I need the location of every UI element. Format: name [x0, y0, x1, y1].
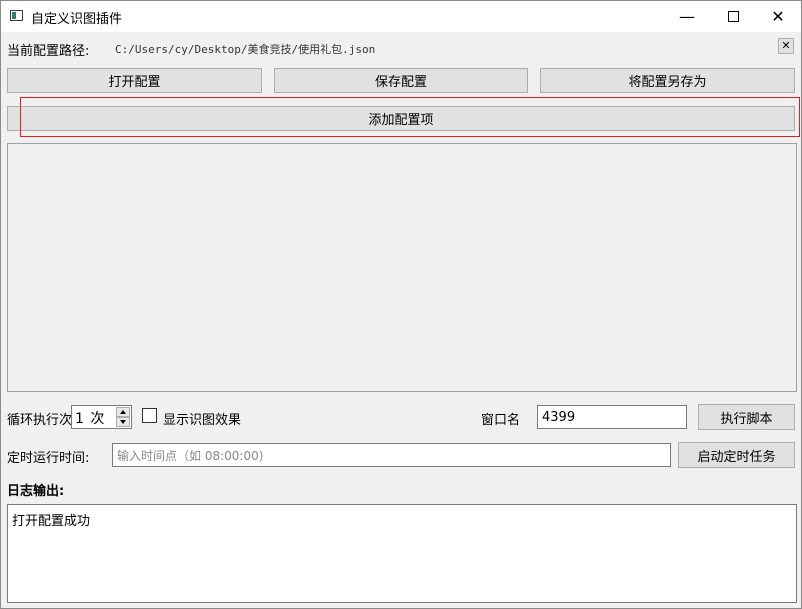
config-path-label: 当前配置路径:	[7, 44, 90, 59]
show-effect-label: 显示识图效果	[163, 413, 242, 428]
title-bar[interactable]: 自定义识图插件 — ✕	[1, 1, 801, 32]
close-icon: ✕	[771, 7, 785, 26]
save-config-button[interactable]: 保存配置	[274, 68, 528, 93]
loop-count-value: 1 次	[75, 411, 106, 427]
spin-up-icon[interactable]	[116, 407, 130, 417]
window-title: 自定义识图插件	[31, 12, 123, 27]
add-config-item-button[interactable]: 添加配置项	[7, 106, 795, 131]
open-config-button[interactable]: 打开配置	[7, 68, 262, 93]
close-button[interactable]: ✕	[755, 1, 801, 32]
spin-down-icon[interactable]	[116, 417, 130, 427]
loop-count-label: 循环执行次	[7, 413, 73, 428]
window-name-label: 窗口名	[481, 413, 521, 428]
save-config-as-button[interactable]: 将配置另存为	[540, 68, 795, 93]
schedule-time-input[interactable]: 输入时间点（如 08:00:00)	[112, 443, 671, 467]
loop-count-spinbox[interactable]: 1 次	[71, 405, 132, 429]
minimize-button[interactable]: —	[664, 1, 710, 32]
log-line: 打开配置成功	[12, 514, 91, 529]
window-name-input[interactable]: 4399	[537, 405, 687, 429]
app-icon	[10, 10, 23, 21]
clear-path-button[interactable]: ✕	[778, 38, 794, 54]
app-window: 自定义识图插件 — ✕ 当前配置路径: C:/Users/cy/Desktop/…	[0, 0, 802, 609]
schedule-time-placeholder: 输入时间点（如 08:00:00)	[117, 448, 264, 463]
log-output-area[interactable]: 打开配置成功	[7, 504, 797, 603]
config-path-value: C:/Users/cy/Desktop/美食竞技/使用礼包.json	[115, 43, 376, 56]
log-output-label: 日志输出:	[7, 484, 65, 499]
maximize-icon	[727, 11, 739, 22]
show-effect-checkbox[interactable]	[142, 408, 157, 423]
maximize-button[interactable]	[710, 1, 756, 32]
config-items-area[interactable]	[7, 143, 797, 392]
window-name-value: 4399	[542, 409, 576, 425]
schedule-time-label: 定时运行时间:	[7, 451, 90, 466]
close-icon: ✕	[781, 39, 791, 52]
minimize-icon: —	[679, 7, 695, 26]
start-schedule-button[interactable]: 启动定时任务	[678, 442, 795, 468]
run-script-button[interactable]: 执行脚本	[698, 404, 795, 430]
